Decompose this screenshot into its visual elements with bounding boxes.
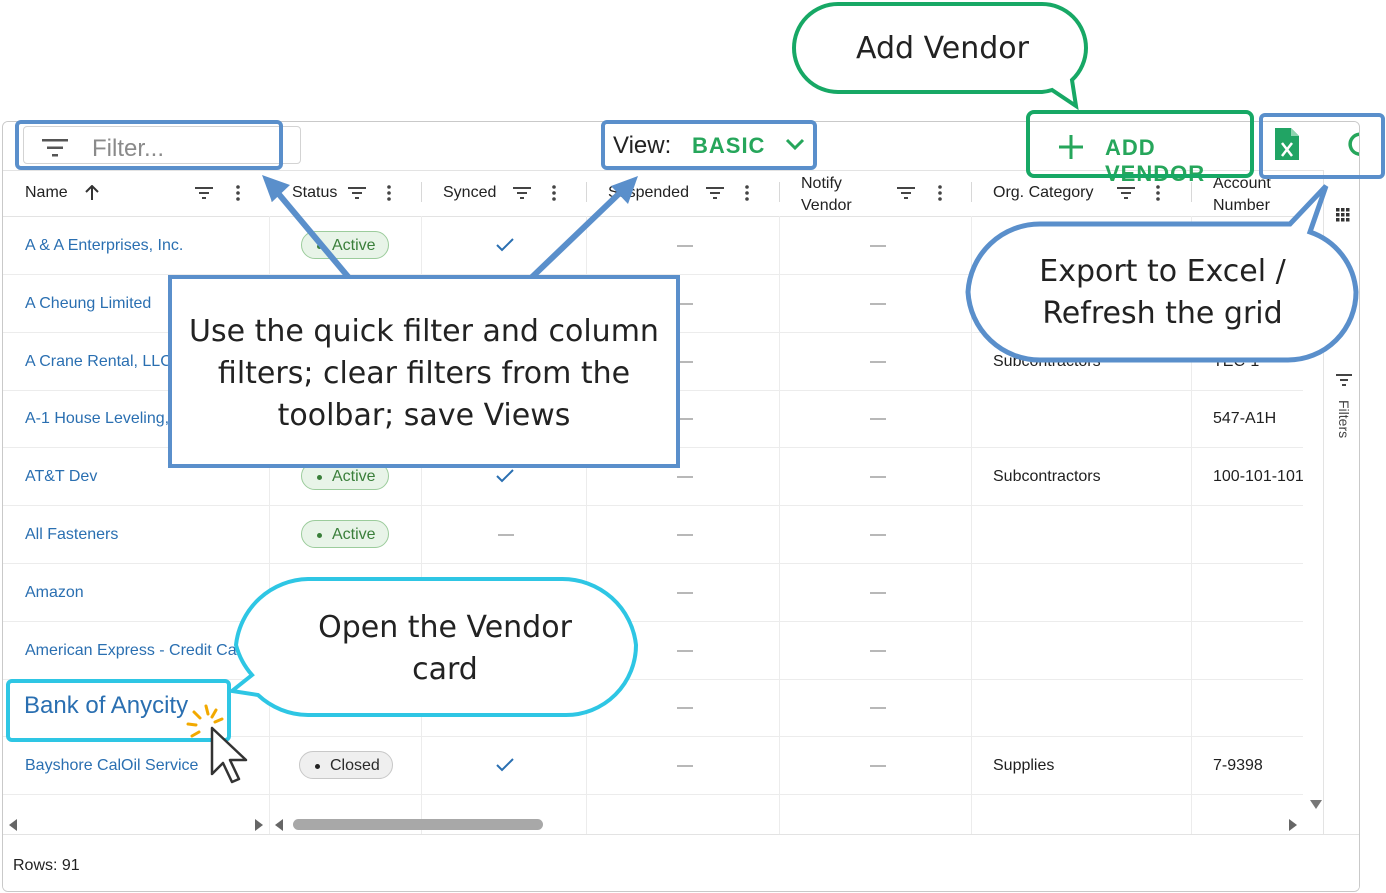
bubble-line: Export to Excel / <box>1039 254 1286 289</box>
callout-line: filters; clear filters from the <box>217 356 631 391</box>
bubble-line: Refresh the grid <box>1042 296 1283 331</box>
callout-line: toolbar; save Views <box>277 398 571 433</box>
bubble-line: card <box>412 652 478 687</box>
callout-line: Use the quick filter and column <box>189 314 659 349</box>
arrow-to-view <box>527 184 629 282</box>
vendor-card-bubble-text: Open the Vendor card <box>260 607 630 691</box>
filter-callout-text: Use the quick filter and column filters;… <box>172 311 676 437</box>
vendor-link-bank-of-anycity[interactable]: Bank of Anycity <box>24 692 188 720</box>
mouse-pointer-icon <box>186 704 248 784</box>
bubble-line: Open the Vendor <box>318 610 572 645</box>
arrow-to-filter <box>269 184 353 281</box>
filter-callout: Use the quick filter and column filters;… <box>168 275 680 468</box>
add-vendor-bubble-text: Add Vendor <box>855 31 1029 66</box>
export-bubble-text: Export to Excel / Refresh the grid <box>990 251 1335 335</box>
